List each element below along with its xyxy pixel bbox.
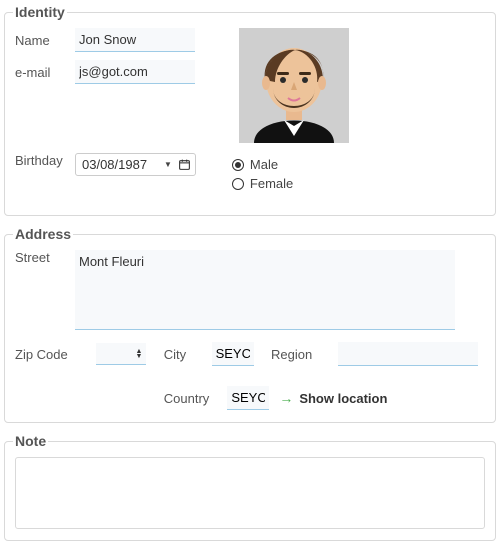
identity-legend: Identity xyxy=(13,4,67,20)
arrow-right-icon: → xyxy=(279,390,293,406)
birthday-label: Birthday xyxy=(15,153,75,168)
region-input[interactable] xyxy=(338,342,478,366)
country-input[interactable] xyxy=(227,386,269,410)
zip-label: Zip Code xyxy=(15,347,71,362)
radio-checked-icon xyxy=(232,159,244,171)
zip-text[interactable] xyxy=(100,345,130,362)
gender-male-label: Male xyxy=(250,157,278,172)
address-legend: Address xyxy=(13,226,73,242)
gender-female-label: Female xyxy=(250,176,293,191)
gender-female-option[interactable]: Female xyxy=(232,176,293,191)
avatar[interactable] xyxy=(239,28,349,143)
calendar-icon[interactable] xyxy=(178,158,191,171)
street-input[interactable] xyxy=(75,250,455,330)
country-label: Country xyxy=(164,391,210,406)
region-label: Region xyxy=(271,347,320,362)
email-label: e-mail xyxy=(15,65,75,80)
radio-unchecked-icon xyxy=(232,178,244,190)
gender-male-option[interactable]: Male xyxy=(232,157,293,172)
show-location-label: Show location xyxy=(299,391,387,406)
name-label: Name xyxy=(15,33,75,48)
note-input[interactable] xyxy=(15,457,485,529)
zip-input[interactable]: ▲▼ xyxy=(96,343,146,365)
birthday-input[interactable]: ▼ xyxy=(75,153,196,176)
city-label: City xyxy=(164,347,194,362)
stepper-icon[interactable]: ▲▼ xyxy=(135,349,142,359)
note-fieldset: Note xyxy=(4,433,496,541)
street-label: Street xyxy=(15,250,75,265)
email-input[interactable] xyxy=(75,60,195,84)
city-input[interactable] xyxy=(212,342,254,366)
address-fieldset: Address Street Zip Code ▲▼ City Region C… xyxy=(4,226,496,423)
identity-fieldset: Identity Name e-mail xyxy=(4,4,496,216)
dropdown-triangle-icon[interactable]: ▼ xyxy=(164,160,172,169)
birthday-text[interactable] xyxy=(80,156,158,173)
name-input[interactable] xyxy=(75,28,195,52)
show-location-button[interactable]: → Show location xyxy=(279,390,387,406)
note-legend: Note xyxy=(13,433,48,449)
